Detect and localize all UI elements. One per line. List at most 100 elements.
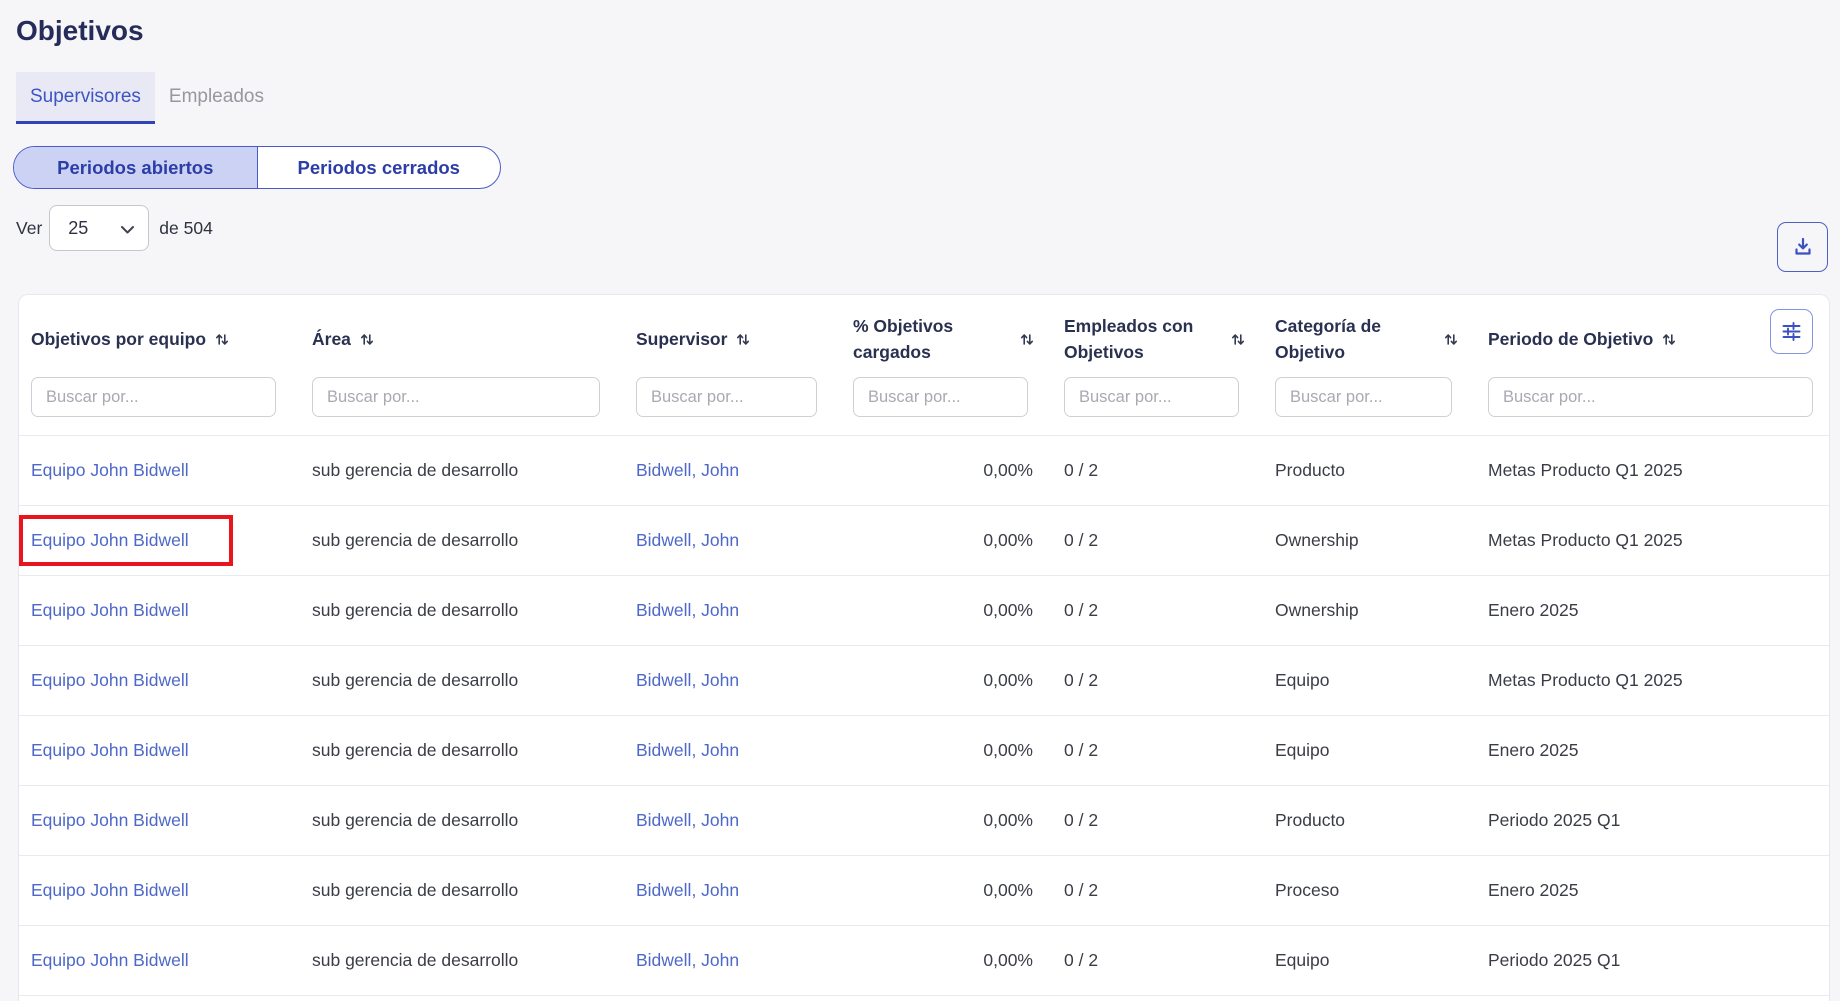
sort-icon[interactable] <box>215 331 229 348</box>
cell-team-link[interactable]: Equipo John Bidwell <box>31 460 189 480</box>
table-row: Equipo John Bidwell sub gerencia de desar… <box>19 716 1829 786</box>
cell-supervisor-link[interactable]: Bidwell, John <box>636 950 739 970</box>
cell-team: Equipo John Bidwell <box>19 810 300 831</box>
cell-supervisor-link[interactable]: Bidwell, John <box>636 600 739 620</box>
cell-pct: 0,00% <box>841 530 1052 551</box>
cell-team: Equipo John Bidwell <box>19 460 300 481</box>
table-row: Equipo John Bidwellsub gerencia de desar… <box>19 576 1829 646</box>
cell-team-link[interactable]: Equipo John Bidwell <box>31 530 189 550</box>
column-label-period: Periodo de Objetivo <box>1488 326 1653 352</box>
table-row: Equipo John Bidwell sub gerencia de desar… <box>19 786 1829 856</box>
cell-area: sub gerencia de desarrollo <box>300 950 624 971</box>
table-search-row <box>19 367 1829 435</box>
cell-team-link[interactable]: Equipo John Bidwell <box>31 880 189 900</box>
cell-supervisor-link[interactable]: Bidwell, John <box>636 670 739 690</box>
cell-area: sub gerencia de desarrollo <box>300 740 624 761</box>
list-controls: Ver 25 de 504 <box>16 204 1840 252</box>
column-settings-icon <box>1780 320 1803 343</box>
search-input-supervisor[interactable] <box>636 377 817 417</box>
search-input-employees[interactable] <box>1064 377 1239 417</box>
cell-area: sub gerencia de desarrollo <box>300 670 624 691</box>
cell-team: Equipo John Bidwell <box>19 740 300 761</box>
cell-period: Enero 2025 <box>1476 740 1829 761</box>
tab-label: Supervisores <box>30 86 141 108</box>
cell-supervisor: Bidwell, John <box>624 880 841 901</box>
sort-icon[interactable] <box>1662 331 1676 348</box>
sort-icon[interactable] <box>736 331 750 348</box>
cell-supervisor-link[interactable]: Bidwell, John <box>636 460 739 480</box>
cell-team: Equipo John Bidwell <box>19 880 300 901</box>
cell-period: Metas Producto Q1 2025 <box>1476 530 1829 551</box>
page-size-value: 25 <box>68 218 88 239</box>
cell-pct: 0,00% <box>841 600 1052 621</box>
cell-employees: 0 / 2 <box>1052 950 1263 971</box>
cell-team: Equipo John Bidwell <box>19 600 300 621</box>
page-title: Objetivos <box>16 14 1840 48</box>
cell-employees: 0 / 2 <box>1052 600 1263 621</box>
search-cell-team <box>19 367 300 435</box>
search-cell-category <box>1263 367 1476 435</box>
column-label-employees: Empleados con Objetivos <box>1064 313 1196 365</box>
column-header-supervisor[interactable]: Supervisor <box>624 311 841 367</box>
table-row: Equipo John Bidwell sub gerencia de desar… <box>19 646 1829 716</box>
tab-supervisores[interactable]: Supervisores <box>16 72 155 121</box>
cell-supervisor-link[interactable]: Bidwell, John <box>636 810 739 830</box>
cell-area: sub gerencia de desarrollo <box>300 460 624 481</box>
column-settings-button[interactable] <box>1770 309 1813 354</box>
cell-supervisor-link[interactable]: Bidwell, John <box>636 880 739 900</box>
column-header-category[interactable]: Categoría de Objetivo <box>1263 311 1476 367</box>
toggle-label: Periodos abiertos <box>57 157 213 179</box>
table-row: Equipo John Bidwell sub gerencia de desar… <box>19 926 1829 996</box>
column-header-team[interactable]: Objetivos por equipo <box>19 311 300 367</box>
cell-supervisor: Bidwell, John <box>624 600 841 621</box>
table-row: Equipo John Bidwell sub gerencia de desar… <box>19 436 1829 506</box>
sort-icon[interactable] <box>360 331 374 348</box>
download-button[interactable] <box>1777 222 1828 272</box>
toggle-periodos-abiertos[interactable]: Periodos abiertos <box>14 147 257 188</box>
cell-team-link[interactable]: Equipo John Bidwell <box>31 670 189 690</box>
cell-pct: 0,00% <box>841 460 1052 481</box>
column-header-pct[interactable]: % Objetivos cargados <box>841 311 1052 367</box>
cell-category: Ownership <box>1263 600 1476 621</box>
search-cell-employees <box>1052 367 1263 435</box>
search-cell-supervisor <box>624 367 841 435</box>
chevron-down-icon <box>120 225 135 235</box>
cell-area: sub gerencia de desarrollo <box>300 530 624 551</box>
search-input-pct[interactable] <box>853 377 1028 417</box>
search-input-team[interactable] <box>31 377 276 417</box>
page-size-select[interactable]: 25 <box>49 205 149 251</box>
search-input-category[interactable] <box>1275 377 1452 417</box>
cell-period: Enero 2025 <box>1476 880 1829 901</box>
cell-team-link[interactable]: Equipo John Bidwell <box>31 950 189 970</box>
cell-area: sub gerencia de desarrollo <box>300 810 624 831</box>
toggle-periodos-cerrados[interactable]: Periodos cerrados <box>257 147 501 188</box>
cell-category: Equipo <box>1263 670 1476 691</box>
sort-icon[interactable] <box>1020 331 1034 348</box>
column-label-area: Área <box>312 326 351 352</box>
table-body: Equipo John Bidwell sub gerencia de desar… <box>19 436 1829 996</box>
cell-team: Equipo John Bidwell <box>19 950 300 971</box>
search-input-area[interactable] <box>312 377 600 417</box>
cell-category: Equipo <box>1263 950 1476 971</box>
cell-supervisor-link[interactable]: Bidwell, John <box>636 740 739 760</box>
search-input-period[interactable] <box>1488 377 1813 417</box>
cell-category: Producto <box>1263 810 1476 831</box>
sort-icon[interactable] <box>1444 331 1458 348</box>
tab-empleados[interactable]: Empleados <box>155 72 278 121</box>
cell-team-link[interactable]: Equipo John Bidwell <box>31 810 189 830</box>
cell-period: Metas Producto Q1 2025 <box>1476 460 1829 481</box>
cell-area: sub gerencia de desarrollo <box>300 880 624 901</box>
cell-team-link[interactable]: Equipo John Bidwell <box>31 600 189 620</box>
column-header-area[interactable]: Área <box>300 311 624 367</box>
sort-icon[interactable] <box>1231 331 1245 348</box>
search-cell-area <box>300 367 624 435</box>
table-row: Equipo John Bidwell sub gerencia de desar… <box>19 856 1829 926</box>
column-header-employees[interactable]: Empleados con Objetivos <box>1052 311 1263 367</box>
period-toggle-group: Periodos abiertos Periodos cerrados <box>13 146 501 189</box>
cell-team-link[interactable]: Equipo John Bidwell <box>31 740 189 760</box>
cell-supervisor-link[interactable]: Bidwell, John <box>636 530 739 550</box>
cell-pct: 0,00% <box>841 880 1052 901</box>
column-label-supervisor: Supervisor <box>636 326 727 352</box>
cell-period: Metas Producto Q1 2025 <box>1476 670 1829 691</box>
table-header-row: Objetivos por equipo Área Supervisor % Obje… <box>19 311 1829 367</box>
